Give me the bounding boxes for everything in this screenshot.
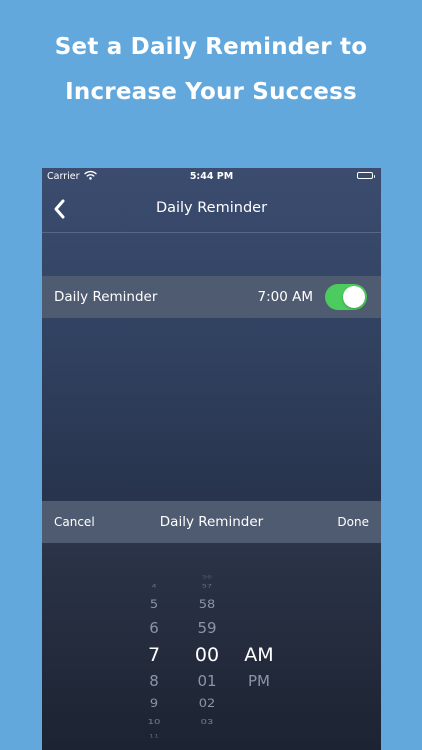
navigation-bar: Daily Reminder <box>42 186 381 233</box>
headline-line-1: Set a Daily Reminder to <box>54 34 368 60</box>
reminder-label: Daily Reminder <box>54 289 158 305</box>
picker-item: 5 <box>149 598 159 612</box>
picker-toolbar: Cancel Daily Reminder Done <box>42 501 381 543</box>
reminder-toggle[interactable] <box>325 284 367 310</box>
daily-reminder-row[interactable]: Daily Reminder 7:00 AM <box>42 276 381 318</box>
selected-period: AM <box>244 644 274 666</box>
picker-title: Daily Reminder <box>159 514 264 530</box>
headline-line-2: Increase Your Success <box>65 79 357 105</box>
picker-item: 4 <box>151 583 157 589</box>
toggle-knob <box>343 286 365 308</box>
picker-item: 56 <box>201 574 213 580</box>
picker-item: 03 <box>200 718 214 726</box>
picker-item: 9 <box>149 697 159 711</box>
hour-wheel[interactable]: 4 5 6 7 8 9 10 11 <box>132 543 176 750</box>
done-button[interactable]: Done <box>337 515 369 529</box>
reminder-time[interactable]: 7:00 AM <box>258 289 314 305</box>
picker-item: 02 <box>198 697 216 711</box>
time-picker: 4 5 6 7 8 9 10 11 56 57 58 59 00 01 02 0… <box>42 543 381 750</box>
picker-item: 11 <box>148 733 160 739</box>
picker-item: 57 <box>201 583 213 589</box>
picker-item: 58 <box>198 598 216 612</box>
picker-item: PM <box>248 672 270 690</box>
picker-item: 8 <box>149 672 159 690</box>
picker-item: 6 <box>149 619 159 637</box>
nav-title: Daily Reminder <box>155 200 268 216</box>
status-time: 5:44 PM <box>189 171 234 182</box>
phone-screen: Carrier 5:44 PM Daily Reminder Daily Rem… <box>42 168 381 750</box>
picker-item: 10 <box>147 718 161 726</box>
minute-wheel[interactable]: 56 57 58 59 00 01 02 03 <box>185 543 229 750</box>
selected-minute: 00 <box>194 644 220 666</box>
battery-icon <box>357 172 375 179</box>
picker-item: 59 <box>197 619 217 637</box>
picker-item: 01 <box>197 672 217 690</box>
period-wheel[interactable]: AM PM <box>237 543 281 750</box>
selected-hour: 7 <box>147 644 161 666</box>
status-bar: Carrier 5:44 PM <box>42 168 381 186</box>
